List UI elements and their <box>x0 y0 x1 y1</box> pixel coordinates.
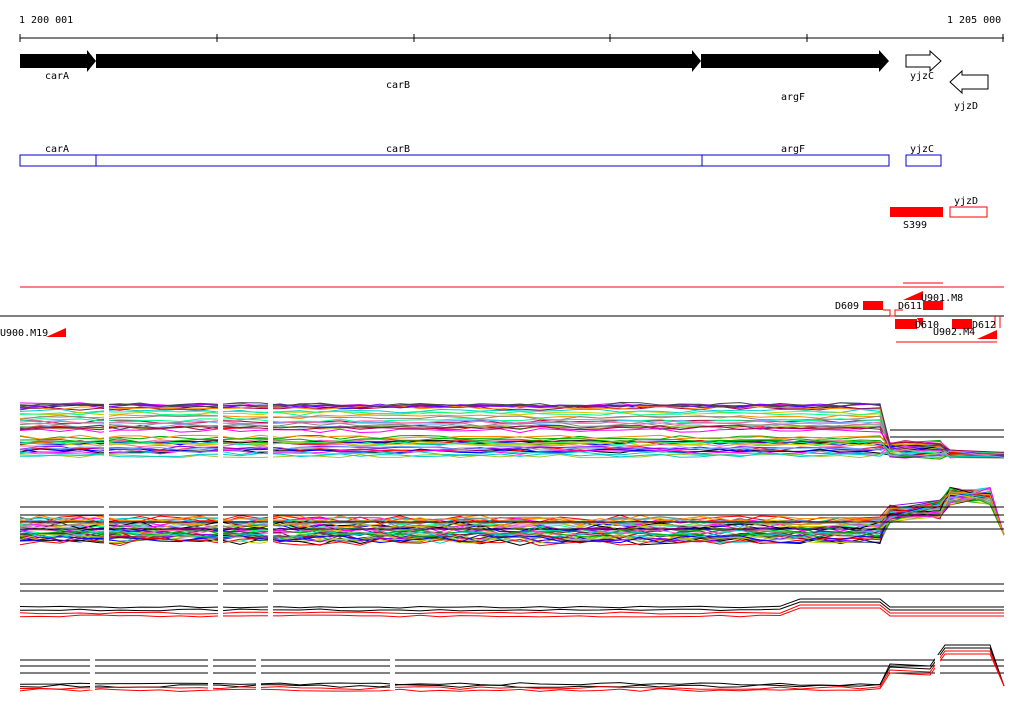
genome-browser: 1 200 001 1 205 000 carA carB argF yjzC … <box>0 0 1024 717</box>
segment-label-u901m8: U901.M8 <box>921 293 963 304</box>
segment-label-d611: D611 <box>898 301 922 312</box>
gene-label-yjzd: yjzD <box>954 101 978 112</box>
gene-box-track: carA carB argF yjzC <box>19 144 942 167</box>
panel-gap <box>390 655 395 690</box>
gene-box-label-carb: carB <box>386 144 410 155</box>
panel-gap <box>218 500 223 545</box>
segment-triangle-u902 <box>977 330 997 339</box>
segment-label-u902m4: U902.M4 <box>933 327 975 338</box>
feature-box-yjzd[interactable] <box>949 206 988 218</box>
feature-label-s399: S399 <box>903 220 927 231</box>
gene-box-yjzc[interactable] <box>905 154 942 167</box>
expression-panels <box>19 395 1005 692</box>
gene-arrow-track: carA carB argF yjzC yjzD <box>20 49 989 112</box>
panel-gap <box>104 395 109 462</box>
gene-label-cara: carA <box>45 71 69 82</box>
gene-label-carb: carB <box>386 80 410 91</box>
panel-gap <box>268 578 273 620</box>
profile-line-panel3 <box>19 598 1004 609</box>
panel-gap <box>104 500 109 545</box>
panel-gap <box>218 395 223 462</box>
panel-gap <box>90 655 95 690</box>
gene-label-argf: argF <box>781 92 805 103</box>
profile-line-panel4 <box>19 647 1005 688</box>
feature-label-yjzd: yjzD <box>954 196 978 207</box>
panel-gap <box>268 500 273 545</box>
segment-label-d612: D612 <box>972 320 996 331</box>
gene-box-carb[interactable] <box>95 154 703 167</box>
ruler-start-label: 1 200 001 <box>19 15 73 26</box>
ruler-end-label: 1 205 000 <box>947 15 1001 26</box>
gene-arrow-argf[interactable] <box>701 50 889 72</box>
gene-box-cara[interactable] <box>19 154 97 167</box>
segment-triangle-u900 <box>46 328 66 337</box>
gene-box-label-cara: carA <box>45 144 69 155</box>
segment-triangle <box>903 291 923 300</box>
feature-track: yjzD S399 <box>890 196 988 231</box>
gene-arrow-yjzd[interactable] <box>949 69 989 95</box>
segment-d610[interactable] <box>895 319 917 329</box>
panel-gap <box>218 578 223 620</box>
segmentation-track: D609 D611 U901.M8 D610 D612 U902.M4 U900… <box>0 282 1004 343</box>
gene-box-argf[interactable] <box>701 154 890 167</box>
segment-connector <box>883 309 891 316</box>
gene-box-label-yjzc: yjzC <box>910 144 934 155</box>
segment-label-u900m19: U900.M19 <box>0 328 48 339</box>
feature-box-s399[interactable] <box>890 207 943 217</box>
panel-gap <box>268 395 273 462</box>
coordinate-ruler: 1 200 001 1 205 000 <box>19 15 1004 42</box>
panel-gap <box>208 655 213 690</box>
gene-arrow-yjzc[interactable] <box>905 49 942 73</box>
gene-box-label-argf: argF <box>781 144 805 155</box>
gene-label-yjzc: yjzC <box>910 71 934 82</box>
segment-label-d609: D609 <box>835 301 859 312</box>
gene-arrow-carb[interactable] <box>96 50 701 72</box>
gene-arrow-cara[interactable] <box>20 50 96 72</box>
segment-d609[interactable] <box>863 301 883 310</box>
panel-gap <box>256 655 261 690</box>
panel-gap <box>935 655 940 690</box>
